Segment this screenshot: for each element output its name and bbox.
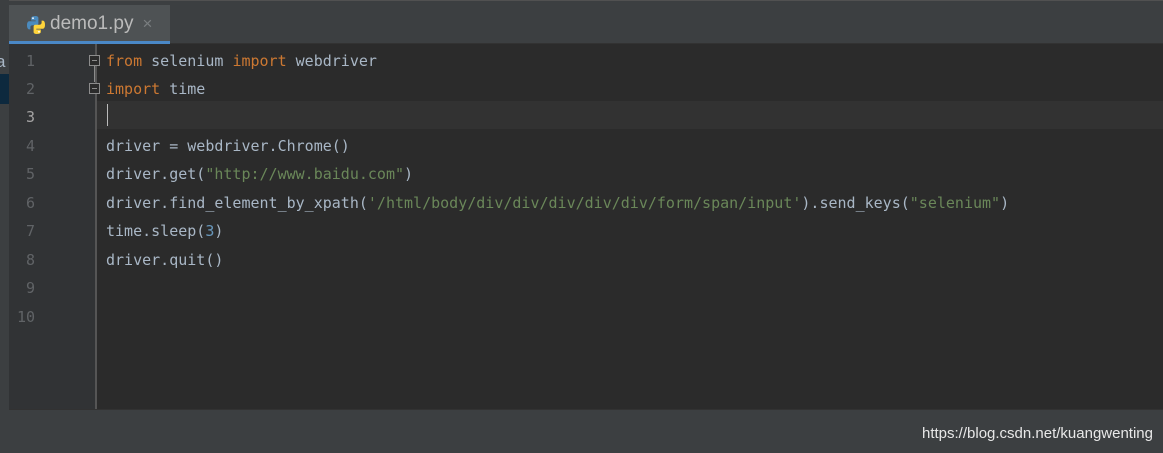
watermark-text: https://blog.csdn.net/kuangwenting <box>922 425 1153 442</box>
line-number: 1 <box>25 52 35 70</box>
python-file-icon <box>25 14 47 36</box>
code-token: driver.quit() <box>106 251 224 269</box>
fold-end-icon[interactable] <box>89 83 100 94</box>
code-token: time.sleep( <box>106 222 206 240</box>
project-selected-row[interactable] <box>0 74 9 104</box>
code-token: "http://www.baidu.com" <box>205 165 405 183</box>
code-token: import <box>232 52 287 70</box>
gutter-divider <box>95 44 97 409</box>
code-line[interactable]: time.sleep(3) <box>106 217 223 245</box>
code-line[interactable]: driver = webdriver.Chrome() <box>106 132 350 160</box>
code-token: import <box>106 80 161 98</box>
fold-guide <box>94 66 95 82</box>
current-line-highlight <box>97 101 1163 129</box>
code-editor[interactable]: 1 2 3 4 5 6 7 8 9 10 from selenium impor… <box>9 44 1163 409</box>
code-token: driver = webdriver.Chrome() <box>106 137 350 155</box>
code-line[interactable]: driver.quit() <box>106 246 223 274</box>
tab-label: demo1.py <box>50 13 134 34</box>
line-number: 8 <box>25 251 35 269</box>
code-line[interactable]: import time <box>106 75 205 103</box>
ide-window: a demo1.py × 1 2 3 4 5 6 7 8 9 10 from s… <box>0 0 1163 453</box>
code-token: driver.get( <box>106 165 206 183</box>
line-number: 7 <box>25 222 35 240</box>
code-token: ) <box>404 165 414 183</box>
code-token: webdriver <box>286 52 377 70</box>
line-number: 10 <box>16 308 35 326</box>
text-caret <box>107 104 108 126</box>
project-panel-edge[interactable]: a <box>0 0 9 453</box>
code-line[interactable]: from selenium import webdriver <box>106 47 377 75</box>
code-token: ).send_keys( <box>801 194 910 212</box>
editor-tab-bar: demo1.py × <box>9 0 1163 45</box>
line-number: 4 <box>25 137 35 155</box>
code-token: time <box>160 80 206 98</box>
line-number: 2 <box>25 80 35 98</box>
tab-demo1-py[interactable]: demo1.py × <box>9 5 170 45</box>
code-token: ) <box>1000 194 1010 212</box>
code-line[interactable]: driver.find_element_by_xpath('/html/body… <box>106 189 1009 217</box>
code-token: from <box>106 52 143 70</box>
code-token: ) <box>214 222 224 240</box>
code-token: '/html/body/div/div/div/div/div/form/spa… <box>367 194 802 212</box>
line-number-current: 3 <box>25 108 35 126</box>
code-line[interactable]: driver.get("http://www.baidu.com") <box>106 160 413 188</box>
code-token: selenium <box>142 52 233 70</box>
close-icon[interactable]: × <box>142 14 152 34</box>
fold-start-icon[interactable] <box>89 55 100 66</box>
code-token: driver.find_element_by_xpath( <box>106 194 368 212</box>
line-number: 9 <box>25 279 35 297</box>
code-token: "selenium" <box>909 194 1001 212</box>
project-item-label: a <box>0 52 6 71</box>
line-number: 6 <box>25 194 35 212</box>
line-number: 5 <box>25 165 35 183</box>
